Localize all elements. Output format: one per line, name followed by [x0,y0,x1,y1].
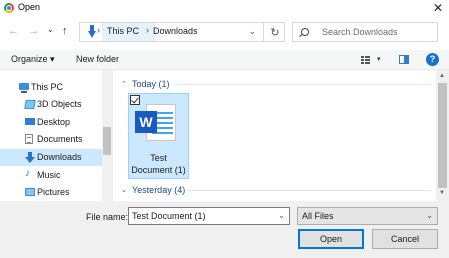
navigation-pane: This PC 3D Objects Desktop Documents Dow… [0,70,113,201]
title-bar: Open ✕ [0,0,449,16]
address-bar[interactable]: › This PC › Downloads ⌄ [79,22,285,42]
chrome-icon [4,3,14,13]
address-dropdown-icon[interactable]: ⌄ [248,26,256,37]
organize-button[interactable]: Organize ▾ [11,54,55,65]
file-type-value: All Files [302,211,334,221]
sidebar-item-label: Documents [37,134,83,144]
pictures-icon [25,188,35,196]
scroll-up-icon[interactable]: ▲ [439,73,445,79]
cancel-button[interactable]: Cancel [372,229,438,249]
refresh-icon: ↻ [270,26,280,39]
sidebar-item-label: Downloads [37,152,82,162]
file-name-input[interactable]: Test Document (1) ⌄ [128,207,290,225]
file-name-line-2: Document (1) [131,165,186,175]
desktop-icon [25,118,35,125]
breadcrumb-separator: › [97,25,100,35]
checkbox-icon[interactable] [130,95,140,105]
search-icon [301,28,309,36]
refresh-button[interactable]: ↻ [263,22,286,42]
documents-icon [25,134,33,144]
sidebar-item-label: Desktop [37,117,71,127]
breadcrumb-downloads[interactable]: Downloads [153,26,198,36]
sidebar-item-label: Music [37,170,61,180]
up-arrow-icon[interactable]: ↑ [62,24,68,38]
3d-objects-icon [24,100,36,109]
back-arrow-icon[interactable]: ← [8,24,19,38]
close-icon[interactable]: ✕ [433,0,443,16]
command-toolbar: Organize ▾ New folder ▾ ? [0,50,449,70]
sidebar-item-documents[interactable]: Documents [0,131,102,148]
navigation-scrollbar-thumb[interactable] [103,127,111,155]
search-placeholder: Search Downloads [322,27,398,37]
file-type-dropdown-icon: ⌄ [426,211,433,220]
downloads-icon [25,152,35,163]
sidebar-item-music[interactable]: ♪ Music [0,167,102,184]
sidebar-item-label: 3D Objects [37,99,82,109]
help-icon[interactable]: ? [426,53,439,66]
scroll-down-icon[interactable]: ▼ [439,190,445,196]
file-name-line-1: Test [150,153,167,163]
file-name-dropdown-icon[interactable]: ⌄ [278,211,285,220]
new-folder-button[interactable]: New folder [76,54,119,64]
file-name-value: Test Document (1) [132,211,206,221]
file-type-select[interactable]: All Files ⌄ [297,207,438,225]
sidebar-item-desktop[interactable]: Desktop [0,114,102,131]
file-name-label: File name: [86,212,129,222]
sidebar-item-this-pc[interactable]: This PC [0,79,102,96]
preview-pane-icon[interactable] [399,55,409,64]
navigation-bar: ← → ⌄ ↑ › This PC › Downloads ⌄ ↻ Search… [0,20,449,44]
sidebar-item-pictures[interactable]: Pictures [0,184,102,201]
sidebar-item-label: Pictures [37,187,70,197]
breadcrumb-separator[interactable]: › [146,25,149,35]
search-input[interactable]: Search Downloads [292,22,438,42]
window-title: Open [18,2,41,12]
collapse-group-chevron-icon[interactable]: ⌃ [121,80,127,88]
file-list-scrollbar-thumb[interactable] [438,83,447,188]
music-icon: ♪ [25,168,30,179]
sidebar-item-3d-objects[interactable]: 3D Objects [0,96,102,113]
expand-group-chevron-icon[interactable]: ⌄ [121,186,127,194]
open-button[interactable]: Open [298,229,364,249]
recent-locations-chevron-icon[interactable]: ⌄ [47,23,54,37]
group-header-today[interactable]: Today (1) [132,79,170,89]
forward-arrow-icon[interactable]: → [28,24,39,38]
group-divider [188,190,431,191]
word-document-icon: W [135,111,157,133]
sidebar-item-label: This PC [31,82,64,92]
computer-icon [19,83,29,93]
group-header-yesterday[interactable]: Yesterday (4) [132,185,185,195]
sidebar-item-downloads[interactable]: Downloads [0,149,102,166]
view-dropdown-icon[interactable]: ▾ [377,55,381,63]
breadcrumb-this-pc[interactable]: This PC [107,26,139,36]
view-options-icon[interactable] [361,56,370,64]
group-divider [175,84,431,85]
